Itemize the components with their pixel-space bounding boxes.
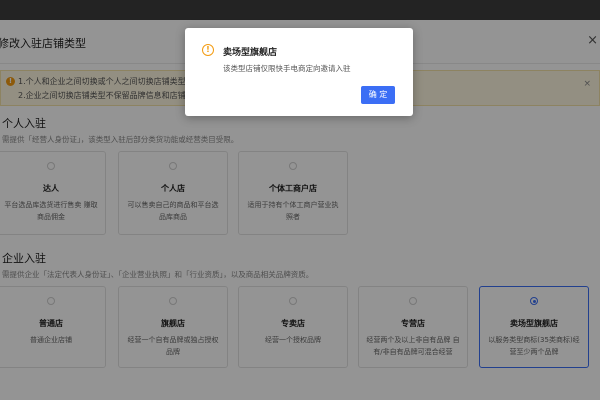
- confirm-button[interactable]: 确 定: [361, 86, 395, 104]
- warning-icon: !: [202, 44, 214, 56]
- confirm-dialog: ! 卖场型旗舰店 该类型店铺仅限快手电商定向邀请入驻 确 定: [185, 28, 413, 116]
- dialog-message: 该类型店铺仅限快手电商定向邀请入驻: [223, 64, 351, 73]
- dialog-title: 卖场型旗舰店: [223, 48, 278, 58]
